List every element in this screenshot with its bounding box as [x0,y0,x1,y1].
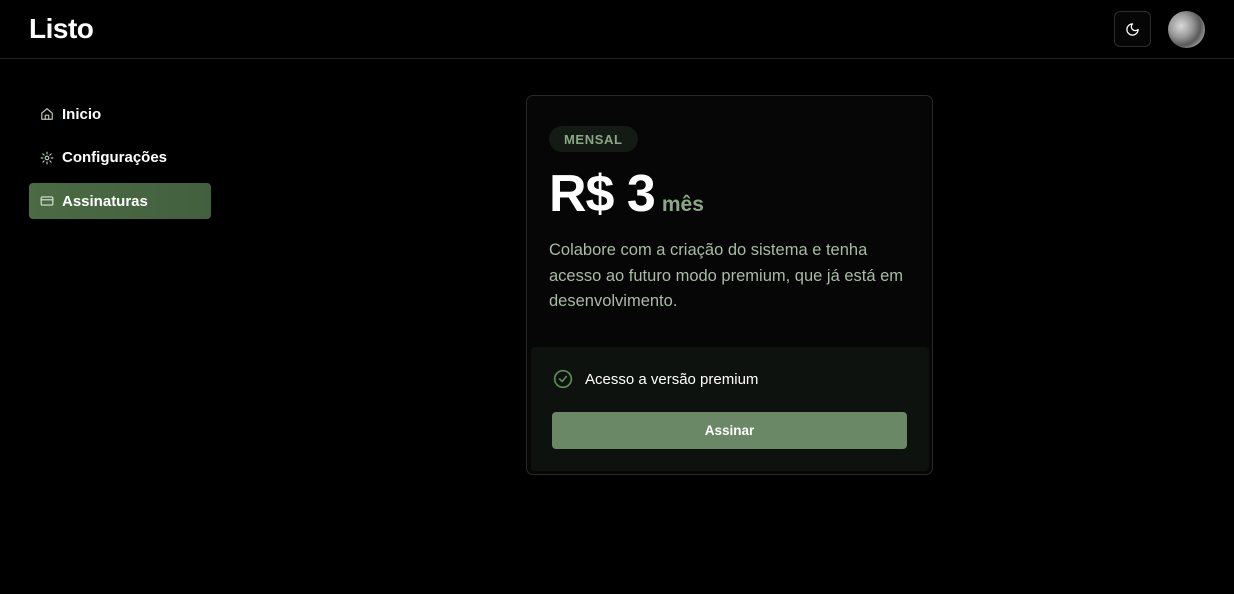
price-period: mês [661,193,704,216]
theme-toggle-button[interactable] [1114,11,1151,47]
sidebar-item-assinaturas[interactable]: Assinaturas [29,183,211,219]
sidebar-item-label: Configurações [62,149,168,166]
subscribe-button[interactable]: Assinar [552,412,907,449]
plan-description: Colabore com a criação do sistema e tenh… [549,241,904,310]
price-amount: R$ 3 [549,165,656,223]
top-bar: Listo [0,0,1234,59]
check-circle-icon [553,369,573,389]
moon-icon [1126,22,1139,36]
sidebar-item-configuracoes[interactable]: Configurações [29,140,211,176]
sidebar-item-label: Assinaturas [62,192,148,210]
home-icon [40,107,54,121]
gear-icon [40,151,54,165]
user-avatar[interactable] [1168,11,1205,48]
plan-price: R$ 3 mês [549,164,704,224]
credit-card-icon [40,194,54,208]
subscription-plan-card: MENSAL R$ 3 mês Colabore com a criação d… [526,95,933,475]
plan-badge: MENSAL [549,126,638,152]
feature-item: Acesso a versão premium [553,369,758,389]
plan-features-panel: Acesso a versão premium Assinar [531,347,929,471]
sidebar-item-label: Inicio [62,105,102,123]
feature-label: Acesso a versão premium [585,370,759,388]
sidebar: Inicio Configurações Assinaturas [29,96,211,227]
sidebar-item-inicio[interactable]: Inicio [29,96,211,132]
app-logo: Listo [29,13,94,44]
